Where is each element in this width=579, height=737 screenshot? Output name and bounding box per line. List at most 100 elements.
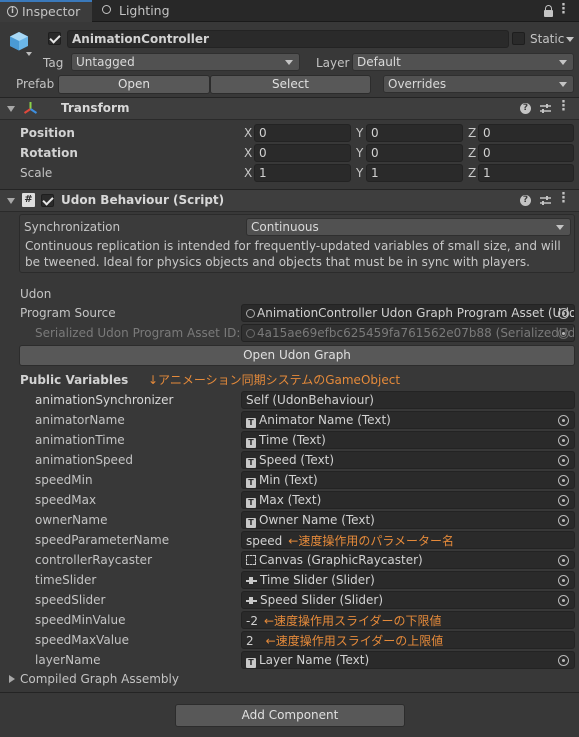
rotation-x-field[interactable]: 0 bbox=[254, 144, 351, 162]
text-component-icon: T bbox=[246, 478, 256, 488]
help-icon[interactable]: ? bbox=[520, 195, 531, 206]
var-field[interactable]: T Owner Name (Text) bbox=[241, 511, 575, 529]
prefab-select-button[interactable]: Select bbox=[210, 75, 371, 94]
sync-value: Continuous bbox=[251, 220, 319, 234]
object-picker-icon[interactable] bbox=[558, 555, 569, 566]
var-field[interactable]: Speed Slider (Slider) bbox=[241, 591, 575, 609]
lock-icon[interactable] bbox=[544, 5, 553, 17]
gameobject-cube-icon bbox=[8, 30, 30, 52]
var-label: speedMaxValue bbox=[35, 633, 130, 647]
var-label: animationSynchronizer bbox=[35, 393, 174, 407]
chevron-down-icon bbox=[559, 60, 567, 65]
var-label: timeSlider bbox=[35, 573, 97, 587]
var-label: speedParameterName bbox=[35, 533, 170, 547]
var-field[interactable]: T Animator Name (Text) bbox=[241, 411, 575, 429]
udon-asset-icon bbox=[246, 309, 255, 318]
transform-icon bbox=[23, 101, 38, 115]
var-value: Animator Name (Text) bbox=[259, 413, 391, 427]
raycaster-icon bbox=[246, 555, 256, 565]
var-label: controllerRaycaster bbox=[35, 553, 152, 567]
scale-z-field[interactable]: 1 bbox=[478, 164, 574, 182]
rotation-y-field[interactable]: 0 bbox=[366, 144, 463, 162]
object-picker-icon[interactable] bbox=[558, 308, 569, 319]
object-picker-icon[interactable] bbox=[558, 655, 569, 666]
kebab-menu-icon[interactable]: · · · bbox=[561, 0, 566, 20]
position-x-field[interactable]: 0 bbox=[254, 124, 351, 142]
component-menu-icon[interactable]: · · · bbox=[561, 96, 566, 117]
object-picker-icon[interactable] bbox=[558, 575, 569, 586]
tag-label: Tag bbox=[43, 56, 64, 70]
open-udon-graph-button[interactable]: Open Udon Graph bbox=[19, 345, 575, 366]
var-label: animationSpeed bbox=[35, 453, 133, 467]
rotation-z-field[interactable]: 0 bbox=[478, 144, 574, 162]
udon-enabled-checkbox[interactable] bbox=[41, 194, 54, 207]
object-picker-icon[interactable] bbox=[558, 415, 569, 426]
scale-x-field[interactable]: 1 bbox=[254, 164, 351, 182]
var-label: animationTime bbox=[35, 433, 125, 447]
var-field[interactable]: T Speed (Text) bbox=[241, 451, 575, 469]
object-picker-icon[interactable] bbox=[558, 515, 569, 526]
var-field[interactable]: speed ←速度操作用のパラメーター名 bbox=[241, 531, 575, 549]
active-checkbox[interactable] bbox=[48, 32, 61, 45]
add-component-button[interactable]: Add Component bbox=[175, 704, 405, 727]
var-label: speedMin bbox=[35, 473, 93, 487]
static-dropdown-arrow[interactable] bbox=[566, 37, 574, 42]
slider-icon bbox=[246, 597, 257, 604]
position-label: Position bbox=[20, 126, 75, 140]
program-source-field[interactable]: AnimationController Udon Graph Program A… bbox=[241, 304, 575, 322]
object-name-field[interactable]: AnimationController bbox=[67, 30, 509, 48]
prefab-overrides-dropdown[interactable]: Overrides bbox=[383, 75, 574, 93]
sync-dropdown[interactable]: Continuous bbox=[246, 218, 571, 236]
foldout-arrow-icon[interactable] bbox=[7, 198, 15, 204]
layer-dropdown[interactable]: Default bbox=[352, 53, 574, 71]
position-y-field[interactable]: 0 bbox=[366, 124, 463, 142]
public-variables-label: Public Variables bbox=[20, 373, 129, 387]
tab-inspector[interactable]: i Inspector bbox=[0, 0, 92, 22]
preset-icon[interactable] bbox=[540, 103, 551, 114]
var-field[interactable]: Self (UdonBehaviour) bbox=[241, 391, 575, 409]
var-field[interactable]: T Max (Text) bbox=[241, 491, 575, 509]
compiled-graph-assembly-foldout[interactable]: Compiled Graph Assembly bbox=[20, 670, 179, 688]
prefab-open-button[interactable]: Open bbox=[58, 75, 210, 94]
object-picker-icon[interactable] bbox=[558, 495, 569, 506]
serialized-asset-icon bbox=[246, 329, 255, 338]
scale-z-axis: Z bbox=[468, 166, 477, 180]
tab-lighting[interactable]: Lighting bbox=[96, 0, 176, 22]
udon-section-label: Udon bbox=[20, 287, 52, 301]
object-picker-icon[interactable] bbox=[558, 595, 569, 606]
serialized-asset-field: 4a15ae69efbc625459fa761562e07b88 (Serial… bbox=[241, 324, 575, 342]
component-menu-icon[interactable]: · · · bbox=[561, 188, 566, 209]
object-picker-icon[interactable] bbox=[558, 455, 569, 466]
var-field[interactable]: T Time (Text) bbox=[241, 431, 575, 449]
tab-inspector-label: Inspector bbox=[22, 4, 81, 19]
program-source-label: Program Source bbox=[20, 306, 116, 320]
var-value: 2 bbox=[246, 634, 254, 648]
var-annotation: ←速度操作用のパラメーター名 bbox=[288, 534, 454, 548]
text-component-icon: T bbox=[246, 498, 256, 508]
scale-y-field[interactable]: 1 bbox=[366, 164, 463, 182]
object-picker-icon[interactable] bbox=[558, 435, 569, 446]
position-z-field[interactable]: 0 bbox=[478, 124, 574, 142]
help-icon[interactable]: ? bbox=[520, 103, 531, 114]
icon-dropdown-arrow[interactable] bbox=[26, 52, 32, 56]
rotation-x-axis: X bbox=[244, 146, 253, 160]
tag-value: Untagged bbox=[76, 55, 135, 69]
object-picker-icon[interactable] bbox=[558, 475, 569, 486]
foldout-arrow-icon[interactable] bbox=[7, 106, 15, 112]
static-checkbox[interactable] bbox=[512, 32, 525, 45]
chevron-down-icon bbox=[559, 82, 567, 87]
var-field[interactable]: -2 ←速度操作用スライダーの下限値 bbox=[241, 611, 575, 629]
var-field[interactable]: 2 ←速度操作用スライダーの上限値 bbox=[241, 631, 575, 649]
rotation-y-axis: Y bbox=[356, 146, 364, 160]
var-field[interactable]: T Min (Text) bbox=[241, 471, 575, 489]
foldout-collapsed-icon[interactable] bbox=[9, 675, 15, 683]
var-field[interactable]: T Layer Name (Text) bbox=[241, 651, 575, 669]
var-field[interactable]: Time Slider (Slider) bbox=[241, 571, 575, 589]
var-field[interactable]: Canvas (GraphicRaycaster) bbox=[241, 551, 575, 569]
preset-icon[interactable] bbox=[540, 195, 551, 206]
tag-dropdown[interactable]: Untagged bbox=[71, 53, 300, 71]
serialized-asset-label: Serialized Udon Program Asset ID: bbox=[35, 326, 241, 340]
rotation-z-axis: Z bbox=[468, 146, 477, 160]
text-component-icon: T bbox=[246, 658, 256, 668]
var-value: -2 bbox=[246, 614, 258, 628]
